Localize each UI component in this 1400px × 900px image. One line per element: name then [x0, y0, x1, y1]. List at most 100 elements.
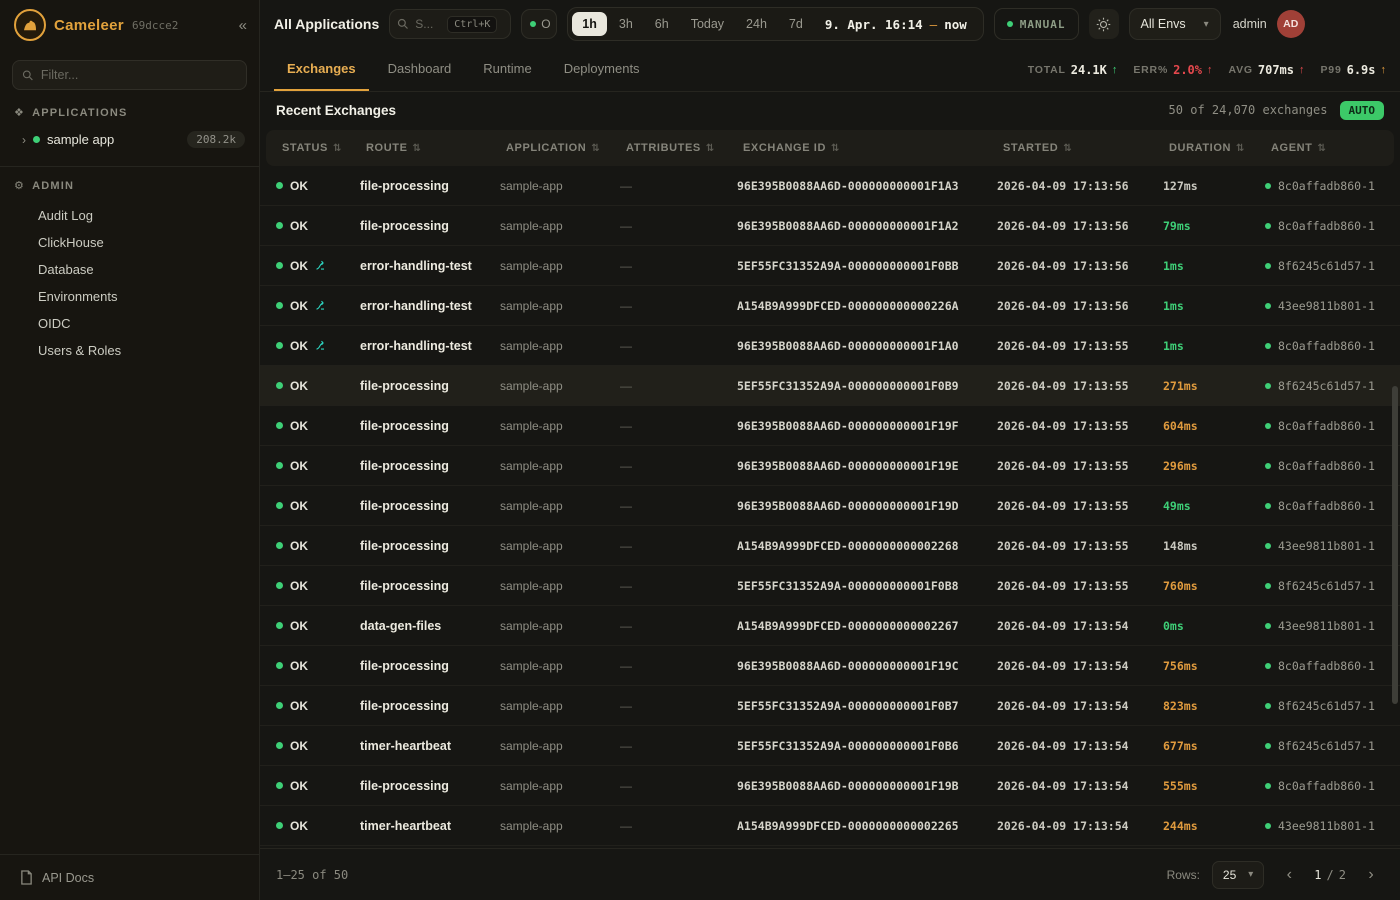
status-ok-dot: [276, 422, 283, 429]
rows-per-page-select[interactable]: 25 ▾: [1212, 861, 1264, 889]
exchange-id-cell: A154B9A999DFCED-000000000000226A: [737, 299, 997, 313]
column-header[interactable]: ATTRIBUTES ⇅: [626, 142, 743, 154]
application-cell: sample-app: [500, 419, 620, 433]
sidebar-item-sample-app[interactable]: › sample app 208.2k: [0, 123, 259, 156]
route-cell: file-processing: [360, 379, 500, 393]
agent-name: 8c0affadb860-1: [1278, 499, 1375, 513]
table-row[interactable]: OK file-processing sample-app — 96E395B0…: [260, 486, 1400, 526]
tab[interactable]: Dashboard: [375, 48, 465, 91]
duration-cell: 760ms: [1163, 579, 1265, 593]
sidebar-admin-item[interactable]: Audit Log: [0, 202, 259, 229]
avatar[interactable]: AD: [1277, 10, 1305, 38]
sidebar-collapse-icon[interactable]: «: [239, 17, 247, 34]
table-row[interactable]: OK file-processing sample-app — 96E395B0…: [260, 646, 1400, 686]
pagination-bar: 1–25 of 50 Rows: 25 ▾ ‹ 1 / 2 ›: [260, 848, 1400, 900]
tab[interactable]: Runtime: [470, 48, 544, 91]
column-header-label: STATUS: [282, 142, 328, 154]
chevron-right-icon[interactable]: ›: [22, 133, 26, 147]
prev-page-button[interactable]: ‹: [1276, 862, 1302, 888]
table-row[interactable]: OK file-processing sample-app — 96E395B0…: [260, 406, 1400, 446]
column-header[interactable]: STARTED ⇅: [1003, 142, 1169, 154]
agent-cell: 8f6245c61d57-1: [1265, 259, 1400, 273]
environment-select[interactable]: All Envs ▾: [1129, 8, 1221, 40]
agent-cell: 43ee9811b801-1: [1265, 819, 1400, 833]
started-cell: 2026-04-09 17:13:54: [997, 699, 1163, 713]
table-row[interactable]: OK file-processing sample-app — 5EF55FC3…: [260, 366, 1400, 406]
table-row[interactable]: OK file-processing sample-app — 96E395B0…: [260, 166, 1400, 206]
theme-toggle-button[interactable]: [1089, 9, 1119, 39]
sidebar-filter[interactable]: [12, 60, 247, 90]
table-row[interactable]: OK file-processing sample-app — 96E395B0…: [260, 206, 1400, 246]
status-ok-dot: [276, 742, 283, 749]
application-cell: sample-app: [500, 179, 620, 193]
table-row[interactable]: OK file-processing sample-app — 96E395B0…: [260, 446, 1400, 486]
refresh-mode-button[interactable]: MANUAL: [994, 8, 1079, 40]
table-row[interactable]: OK error-handling-test sample-app — 5EF5…: [260, 246, 1400, 286]
auto-refresh-badge[interactable]: AUTO: [1340, 101, 1385, 120]
status-cell: OK: [276, 259, 360, 273]
application-cell: sample-app: [500, 819, 620, 833]
application-cell: sample-app: [500, 219, 620, 233]
column-header[interactable]: DURATION ⇅: [1169, 142, 1271, 154]
started-cell: 2026-04-09 17:13:55: [997, 379, 1163, 393]
table-row[interactable]: OK timer-heartbeat sample-app — A154B9A9…: [260, 806, 1400, 846]
filter-input[interactable]: [41, 68, 237, 82]
table-row[interactable]: OK error-handling-test sample-app — 96E3…: [260, 326, 1400, 366]
sidebar-admin-item[interactable]: Environments: [0, 283, 259, 310]
agent-name: 8c0affadb860-1: [1278, 179, 1375, 193]
list-header: Recent Exchanges 50 of 24,070 exchanges …: [260, 92, 1400, 128]
table-row[interactable]: OK timer-heartbeat sample-app — 5EF55FC3…: [260, 726, 1400, 766]
application-cell: sample-app: [500, 619, 620, 633]
application-cell: sample-app: [500, 779, 620, 793]
time-range-button[interactable]: 7d: [779, 12, 813, 36]
table-row[interactable]: OK file-processing sample-app — 5EF55FC3…: [260, 686, 1400, 726]
next-page-button[interactable]: ›: [1358, 862, 1384, 888]
status-cell: OK: [276, 579, 360, 593]
agent-status-dot: [1265, 223, 1271, 229]
application-cell: sample-app: [500, 539, 620, 553]
sidebar-admin-item[interactable]: OIDC: [0, 310, 259, 337]
table-row[interactable]: OK file-processing sample-app — A154B9A9…: [260, 526, 1400, 566]
admin-section-label: ADMIN: [32, 180, 74, 192]
sidebar-admin-item[interactable]: Database: [0, 256, 259, 283]
refresh-status-dot: [1007, 21, 1013, 27]
time-range-button[interactable]: 3h: [609, 12, 643, 36]
table-row[interactable]: OK error-handling-test sample-app — A154…: [260, 286, 1400, 326]
column-header[interactable]: EXCHANGE ID ⇅: [743, 142, 1003, 154]
table-row[interactable]: OK data-gen-files sample-app — A154B9A99…: [260, 606, 1400, 646]
time-range-button[interactable]: Today: [681, 12, 734, 36]
column-header[interactable]: AGENT ⇅: [1271, 142, 1394, 154]
time-range-button[interactable]: 6h: [645, 12, 679, 36]
started-cell: 2026-04-09 17:13:55: [997, 419, 1163, 433]
errors-only-toggle[interactable]: O: [521, 9, 557, 39]
started-cell: 2026-04-09 17:13:55: [997, 499, 1163, 513]
time-range-display[interactable]: 9. Apr. 16:14 — now: [813, 17, 979, 32]
route-cell: error-handling-test: [360, 299, 500, 313]
exchange-id-cell: 5EF55FC31352A9A-000000000001F0B9: [737, 379, 997, 393]
search-input[interactable]: [415, 17, 441, 31]
sort-icon: ⇅: [591, 143, 600, 154]
sidebar-admin-item[interactable]: ClickHouse: [0, 229, 259, 256]
row-range-info: 1–25 of 50: [276, 868, 348, 882]
column-header[interactable]: STATUS ⇅: [282, 142, 366, 154]
tab[interactable]: Deployments: [551, 48, 653, 91]
table-row[interactable]: OK file-processing sample-app — 5EF55FC3…: [260, 566, 1400, 606]
stat-label: TOTAL: [1028, 64, 1066, 76]
agent-name: 8c0affadb860-1: [1278, 779, 1375, 793]
time-range-button[interactable]: 24h: [736, 12, 777, 36]
application-cell: sample-app: [500, 699, 620, 713]
applications-section: ❖ APPLICATIONS: [0, 94, 259, 123]
sidebar-item-api-docs[interactable]: API Docs: [0, 854, 259, 900]
global-search[interactable]: Ctrl+K: [389, 9, 511, 39]
route-cell: file-processing: [360, 499, 500, 513]
duration-cell: 271ms: [1163, 379, 1265, 393]
column-header[interactable]: APPLICATION ⇅: [506, 142, 626, 154]
sidebar-admin-item[interactable]: Users & Roles: [0, 337, 259, 364]
scrollbar-thumb[interactable]: [1392, 386, 1398, 704]
status-label: OK: [290, 579, 308, 593]
stat-label: P99: [1321, 64, 1342, 76]
time-range-button[interactable]: 1h: [572, 12, 607, 36]
table-row[interactable]: OK file-processing sample-app — 96E395B0…: [260, 766, 1400, 806]
column-header[interactable]: ROUTE ⇅: [366, 142, 506, 154]
tab[interactable]: Exchanges: [274, 48, 369, 91]
